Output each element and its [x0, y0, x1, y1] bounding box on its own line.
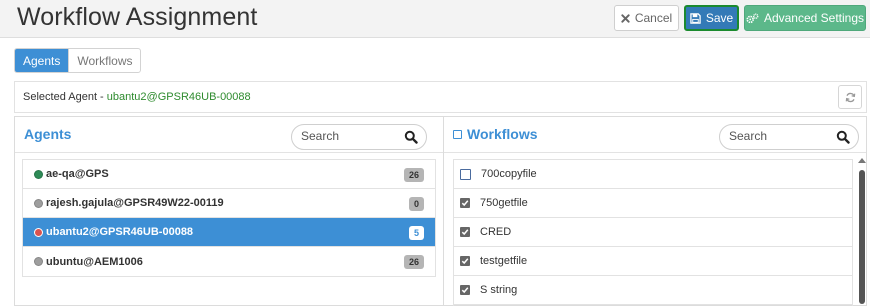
checkmark-icon [461, 258, 469, 265]
agent-name: ubuntu@AEM1006 [46, 255, 143, 268]
status-dot-icon [34, 227, 43, 237]
refresh-button[interactable] [838, 85, 862, 109]
agents-panel-title: Agents [24, 126, 72, 142]
workflow-row-cred[interactable]: CRED [454, 218, 852, 247]
workflow-checkbox[interactable] [460, 168, 471, 180]
view-tabs: Agents Workflows [14, 48, 142, 73]
agent-row-rajesh[interactable]: rajesh.gajula@GPSR49W22-00119 0 [23, 189, 435, 218]
status-dot-icon [34, 257, 43, 266]
workflow-count-badge: 0 [408, 197, 424, 211]
workflow-row-testgetfile[interactable]: testgetfile [454, 247, 852, 276]
selected-agent-bar: Selected Agent - ubantu2@GPSR46UB-00088 [14, 81, 867, 113]
checkmark-icon [461, 287, 469, 294]
selected-agent-prefix: Selected Agent - [23, 91, 107, 103]
checkbox-icon[interactable] [453, 129, 462, 139]
tab-agents[interactable]: Agents [15, 49, 69, 72]
workflow-count-badge: 26 [403, 255, 424, 269]
workflow-checkbox[interactable] [460, 198, 470, 208]
workflows-panel: Workflows 700copyfile 750getfile CRED te… [443, 116, 867, 306]
workflow-name: CRED [480, 226, 512, 238]
agent-name: ubantu2@GPSR46UB-00088 [46, 226, 194, 238]
selected-agent-text: Selected Agent - ubantu2@GPSR46UB-00088 [23, 91, 251, 103]
scroll-up-arrow-icon[interactable] [858, 158, 866, 163]
save-button-label: Save [705, 11, 734, 25]
agents-panel-header: Agents [15, 117, 443, 153]
workflow-list: 700copyfile 750getfile CRED testgetfile … [453, 159, 853, 306]
cancel-button[interactable]: Cancel [614, 5, 679, 31]
advanced-settings-label: Advanced Settings [763, 11, 865, 25]
page-header: Workflow Assignment Cancel Save Advanced… [0, 0, 870, 38]
status-dot-icon [34, 198, 43, 208]
workflow-checkbox[interactable] [460, 285, 470, 295]
workflow-name: S string [480, 284, 518, 296]
agents-search-box [291, 124, 427, 150]
tab-workflows[interactable]: Workflows [68, 49, 140, 72]
workflows-search-box [719, 124, 859, 150]
workflow-count-badge: 26 [403, 168, 424, 182]
workflow-name: 750getfile [480, 197, 528, 209]
workflow-row-s-string[interactable]: S string [454, 276, 852, 305]
cancel-button-label: Cancel [634, 11, 673, 25]
workflow-name: 700copyfile [481, 168, 537, 180]
workflow-row-750getfile[interactable]: 750getfile [454, 189, 852, 218]
agent-list: ae-qa@GPS 26 rajesh.gajula@GPSR49W22-001… [22, 159, 436, 277]
agent-row-ubantu2[interactable]: ubantu2@GPSR46UB-00088 5 [23, 218, 435, 247]
workflow-checkbox[interactable] [460, 227, 470, 237]
agent-row-ae-qa[interactable]: ae-qa@GPS 26 [23, 160, 435, 189]
workflow-checkbox[interactable] [460, 256, 470, 266]
floppy-disk-icon [690, 12, 701, 24]
checkmark-icon [461, 200, 469, 207]
status-dot-icon [34, 169, 43, 179]
selected-agent-name: ubantu2@GPSR46UB-00088 [106, 91, 251, 103]
save-button[interactable]: Save [684, 5, 739, 31]
gears-icon [746, 13, 759, 23]
workflows-panel-header: Workflows [444, 117, 866, 153]
close-icon [621, 13, 630, 23]
agent-name: ae-qa@GPS [46, 168, 109, 180]
workflows-panel-title-wrap: Workflows [453, 126, 538, 142]
advanced-settings-button[interactable]: Advanced Settings [744, 5, 866, 31]
workflow-count-badge: 5 [408, 226, 424, 240]
refresh-icon [845, 92, 855, 102]
workflow-row-700copyfile[interactable]: 700copyfile [454, 160, 852, 189]
workflow-name: testgetfile [480, 255, 528, 267]
page-title: Workflow Assignment [17, 3, 258, 31]
workflows-panel-title: Workflows [467, 126, 538, 142]
workflow-list-scrollbar[interactable] [857, 158, 867, 306]
workflows-search-input[interactable] [729, 129, 819, 143]
checkmark-icon [461, 229, 469, 236]
agent-name: rajesh.gajula@GPSR49W22-00119 [46, 197, 224, 209]
agents-search-input[interactable] [301, 129, 391, 143]
agents-panel: Agents ae-qa@GPS 26 rajesh.gajula@GPSR49… [14, 116, 444, 306]
search-icon[interactable] [836, 130, 850, 144]
search-icon[interactable] [404, 130, 418, 144]
scrollbar-thumb[interactable] [859, 170, 865, 304]
agent-row-ubuntu[interactable]: ubuntu@AEM1006 26 [23, 247, 435, 276]
